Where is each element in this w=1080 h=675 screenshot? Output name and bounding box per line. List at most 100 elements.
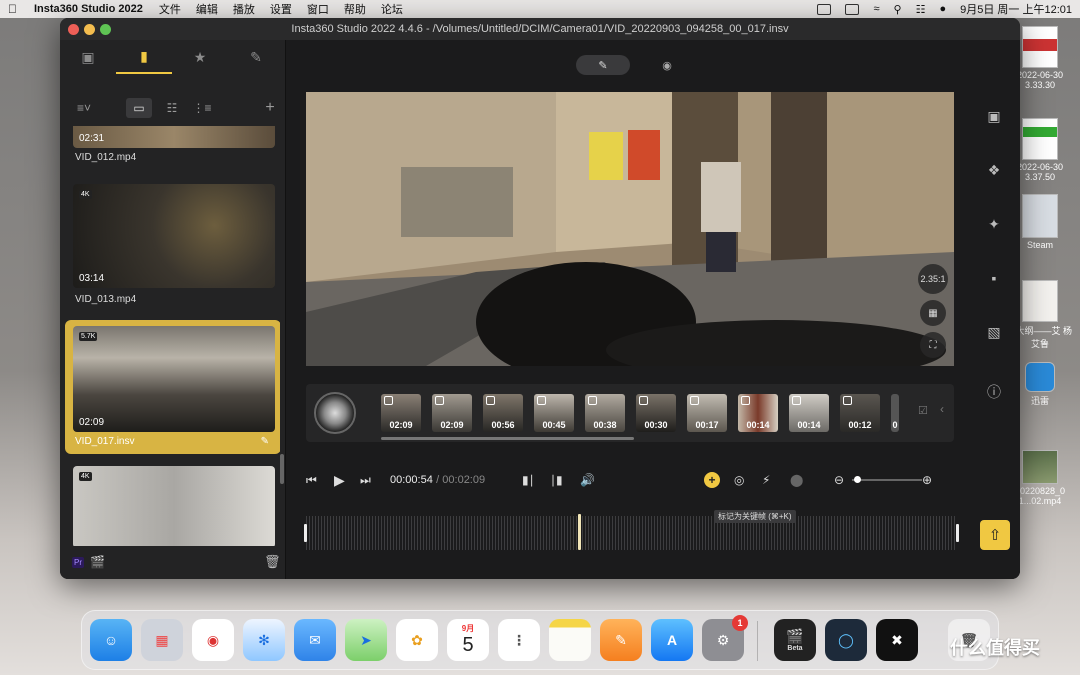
menu-settings[interactable]: 设置: [270, 1, 292, 17]
apple-icon[interactable]: : [8, 2, 22, 16]
list-item-selected[interactable]: 5.7K 02:09 VID_017.insv ✎: [65, 320, 280, 454]
dock-maps[interactable]: ➤: [345, 619, 387, 661]
dock-app-store[interactable]: A: [651, 619, 693, 661]
volume-button[interactable]: 🔊: [580, 470, 595, 490]
collapse-chevron-icon[interactable]: ‹: [940, 402, 944, 416]
camera-reframe-icon[interactable]: ▣: [976, 108, 1012, 132]
battery-icon[interactable]: [845, 3, 860, 15]
deep-track-button[interactable]: ◎: [734, 470, 744, 490]
clip-thumbnail[interactable]: 02:09: [432, 394, 472, 432]
dock-photos[interactable]: ✿: [396, 619, 438, 661]
magic-camera-icon[interactable]: ✦: [976, 216, 1012, 240]
search-icon[interactable]: ⚲: [894, 3, 902, 16]
menu-file[interactable]: 文件: [159, 1, 181, 17]
layers-icon[interactable]: ▧: [976, 324, 1012, 348]
clip-thumbnail[interactable]: 00:30: [636, 394, 676, 432]
grid-view-button[interactable]: ☷: [160, 98, 184, 118]
clip-thumbnail[interactable]: 00:38: [585, 394, 625, 432]
dock-safari[interactable]: ✻: [243, 619, 285, 661]
dock-fcp-beta[interactable]: 🎬 Beta: [774, 619, 816, 661]
dock-chrome[interactable]: ◉: [192, 619, 234, 661]
edit-tag-icon[interactable]: ✎: [261, 436, 269, 447]
close-button[interactable]: [68, 24, 79, 35]
skip-start-button[interactable]: ⏮: [306, 470, 317, 490]
clip-thumbnail[interactable]: 00:45: [534, 394, 574, 432]
tab-monitor[interactable]: ▣: [60, 40, 116, 74]
tab-preview[interactable]: ◉: [640, 55, 694, 75]
menu-clock[interactable]: 9月5日 周一 上午12:01: [960, 1, 1072, 17]
timeline-track[interactable]: 标记为关键帧 (⌘+K): [304, 510, 959, 550]
aspect-ratio-button[interactable]: 2.35:1: [918, 264, 948, 294]
speed-button[interactable]: ⚡: [762, 470, 770, 490]
clip-thumbnail[interactable]: 00:14: [789, 394, 829, 432]
trim-handle-left[interactable]: [304, 524, 307, 542]
trash-icon[interactable]: 🗑: [264, 554, 281, 570]
tone-icon[interactable]: ▪: [976, 270, 1012, 294]
dock-system-preferences[interactable]: ⚙ 1: [702, 615, 748, 661]
info-icon[interactable]: ⓘ: [976, 382, 1012, 406]
minimize-button[interactable]: [84, 24, 95, 35]
add-keyframe-button[interactable]: +: [704, 472, 720, 488]
puzzle-icon[interactable]: ❖: [976, 162, 1012, 186]
clip-thumbnail[interactable]: 00:56: [483, 394, 523, 432]
zoom-out-button[interactable]: ⊖: [834, 470, 844, 490]
fcp-icon[interactable]: 🎬: [90, 555, 105, 569]
dock-insta360[interactable]: ◯: [825, 619, 867, 661]
tab-edit[interactable]: ✎: [576, 55, 630, 75]
fullscreen-button[interactable]: ⛶: [920, 332, 946, 358]
zoom-slider[interactable]: [852, 479, 922, 481]
dock-finder[interactable]: ☺: [90, 619, 132, 661]
dock-reminders[interactable]: ⋮: [498, 619, 540, 661]
keyboard-icon[interactable]: [817, 3, 832, 15]
control-center-icon[interactable]: ☷: [916, 3, 926, 16]
export-button[interactable]: ⇧: [980, 520, 1010, 550]
wifi-icon[interactable]: ≈: [873, 3, 879, 15]
dock-mail[interactable]: ✉: [294, 619, 336, 661]
menu-window[interactable]: 窗口: [307, 1, 329, 17]
effect-button[interactable]: ⬤: [790, 470, 803, 490]
zoom-slider-handle[interactable]: [854, 476, 861, 483]
skip-end-button[interactable]: ⏭: [360, 470, 371, 490]
media-scrollbar[interactable]: [280, 454, 284, 484]
premiere-icon[interactable]: Pr: [72, 557, 84, 568]
play-button[interactable]: ▶: [334, 470, 345, 490]
trim-start-button[interactable]: ▮∣: [522, 470, 535, 490]
clip-thumbnail[interactable]: 02:09: [381, 394, 421, 432]
dock-notes[interactable]: [549, 619, 591, 661]
dock-calendar[interactable]: 9月 5: [447, 619, 489, 661]
dock-pages[interactable]: ✎: [600, 619, 642, 661]
dock-launchpad[interactable]: ▦: [141, 619, 183, 661]
list-item[interactable]: 4K: [65, 466, 280, 546]
playhead[interactable]: [578, 514, 581, 550]
list-item[interactable]: 4K 03:14 VID_013.mp4: [65, 184, 280, 310]
app-menu[interactable]: Insta360 Studio 2022: [34, 3, 143, 15]
list-item[interactable]: 02:31 VID_012.mp4: [65, 126, 280, 168]
tab-favorites[interactable]: ★: [172, 40, 228, 74]
dock-capcut[interactable]: ✖: [876, 619, 918, 661]
large-view-button[interactable]: ▭: [126, 98, 152, 118]
add-media-button[interactable]: +: [260, 98, 280, 118]
menu-help[interactable]: 帮助: [344, 1, 366, 17]
zoom-button[interactable]: [100, 24, 111, 35]
tab-export[interactable]: ✎: [228, 40, 284, 74]
clip-strip-scrollbar[interactable]: [381, 437, 634, 440]
clip-thumbnail[interactable]: 00:12: [840, 394, 880, 432]
clip-thumbnail[interactable]: 0: [891, 394, 899, 432]
reframe-button[interactable]: ▦: [920, 300, 946, 326]
reminders-icon: ⋮: [512, 631, 526, 648]
zoom-in-button[interactable]: ⊕: [922, 470, 932, 490]
menu-forum[interactable]: 论坛: [381, 1, 403, 17]
clip-thumbnail[interactable]: 00:17: [687, 394, 727, 432]
menu-play[interactable]: 播放: [233, 1, 255, 17]
planet-view-thumbnail[interactable]: [314, 392, 356, 434]
tab-media[interactable]: ▮: [116, 40, 172, 74]
trim-end-button[interactable]: ∣▮: [550, 470, 563, 490]
trim-handle-right[interactable]: [956, 524, 959, 542]
sort-button[interactable]: ≡˅: [72, 98, 96, 118]
video-preview[interactable]: 2.35:1 ▦ ⛶: [306, 92, 954, 366]
list-view-button[interactable]: ⋮≡: [190, 98, 214, 118]
select-checkbox-icon[interactable]: ☑: [918, 404, 928, 417]
menu-edit[interactable]: 编辑: [196, 1, 218, 17]
siri-icon[interactable]: ●: [939, 3, 946, 15]
clip-thumbnail[interactable]: 00:14: [738, 394, 778, 432]
